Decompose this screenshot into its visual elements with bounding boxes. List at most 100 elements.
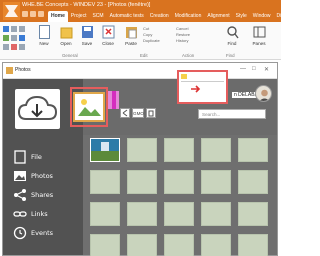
open-label: Open <box>60 41 72 46</box>
menu-display[interactable]: Display <box>274 11 296 22</box>
nav-label-photos: Photos <box>31 172 53 180</box>
paste-icon <box>125 27 137 39</box>
menu-window[interactable]: Window <box>250 11 274 22</box>
quick-access-toolbar <box>22 11 44 19</box>
mini-window-icon <box>181 74 224 93</box>
nav-label-shares: Shares <box>31 191 54 199</box>
photo-thumb[interactable] <box>90 202 120 226</box>
paste-button[interactable]: Paste <box>122 25 140 46</box>
photo-thumb[interactable] <box>90 170 120 194</box>
menu-modification[interactable]: Modification <box>172 11 205 22</box>
group-find-label: Find <box>226 53 235 58</box>
save-quick-icon[interactable] <box>22 11 28 17</box>
photos-window-icon <box>6 67 13 74</box>
open-button[interactable]: Open <box>57 25 75 46</box>
image-icon <box>14 171 26 181</box>
menu-alignment[interactable]: Alignment <box>204 11 232 22</box>
menu-automatic-tests[interactable]: Automatic tests <box>107 11 147 22</box>
avatar[interactable] <box>255 85 272 102</box>
delete-toolbar-button[interactable] <box>146 108 156 118</box>
menu-scm[interactable]: SCM <box>89 11 106 22</box>
share-toolbar-button[interactable] <box>120 108 130 118</box>
close-button[interactable]: Close <box>99 25 117 46</box>
close-window-button[interactable]: ✕ <box>264 66 269 73</box>
photo-grid <box>90 138 280 256</box>
gmo-button[interactable]: GMO <box>132 108 144 118</box>
menu-style[interactable]: Style <box>233 11 250 22</box>
group-edit-label: Edit <box>140 53 148 58</box>
panes-icon <box>253 26 265 38</box>
find-button[interactable]: Find <box>223 25 241 46</box>
photo-thumb[interactable] <box>164 234 194 256</box>
trash-icon <box>148 110 154 117</box>
panes-label: Panes <box>252 41 266 46</box>
search-input[interactable]: Search... <box>198 109 266 119</box>
photo-thumb[interactable] <box>201 234 231 256</box>
menu-tools[interactable]: Tools <box>296 11 314 22</box>
window-title: WHE.BE Concepts - WINDEV 23 - [Photos (f… <box>22 2 151 8</box>
save-label: Save <box>81 41 93 46</box>
photo-thumb[interactable] <box>201 170 231 194</box>
photo-thumb[interactable] <box>201 138 231 162</box>
nav-item-file[interactable]: File <box>13 149 83 167</box>
file-icon <box>14 150 26 164</box>
group-general-label: General <box>62 53 78 58</box>
photo-thumb[interactable] <box>127 234 157 256</box>
photo-thumb[interactable] <box>127 202 157 226</box>
group-action-label: Action <box>182 53 195 58</box>
share-small-icon <box>122 109 128 117</box>
maximize-button[interactable]: □ <box>252 66 256 72</box>
photos-window-titlebar: Photos — □ ✕ <box>3 63 277 79</box>
photo-thumb[interactable] <box>127 170 157 194</box>
photo-thumb[interactable] <box>238 234 268 256</box>
save-button[interactable]: Save <box>78 25 96 46</box>
duplicate-command[interactable]: Duplicate <box>143 38 160 44</box>
menu-creation[interactable]: Creation <box>147 11 172 22</box>
photo-thumb[interactable] <box>164 170 194 194</box>
photo-thumb[interactable] <box>238 170 268 194</box>
nav-label-events: Events <box>31 229 54 237</box>
photo-thumb[interactable] <box>90 234 120 256</box>
photo-thumb[interactable] <box>201 202 231 226</box>
clock-icon <box>13 226 27 240</box>
photo-thumb[interactable] <box>127 138 157 162</box>
photo-thumb[interactable] <box>238 202 268 226</box>
nav-label-links: Links <box>31 210 48 218</box>
save-icon <box>81 26 93 38</box>
panes-button[interactable]: Panes <box>250 25 268 46</box>
nav-item-photos[interactable]: Photos <box>13 168 83 186</box>
nav-item-shares[interactable]: Shares <box>13 187 83 205</box>
new-file-icon <box>38 25 50 39</box>
selection-highlight <box>70 87 108 127</box>
search-icon <box>226 26 239 39</box>
close-doc-icon <box>102 25 114 39</box>
nav-label-file: File <box>31 153 42 161</box>
new-button[interactable]: New <box>36 25 52 46</box>
windev-logo-icon[interactable] <box>3 2 20 20</box>
cloud-download-icon <box>17 95 58 120</box>
mini-window-preview <box>177 70 228 104</box>
link-icon <box>13 211 27 217</box>
history-command[interactable]: History <box>176 38 190 44</box>
menu-project[interactable]: Project <box>68 11 90 22</box>
main-menu: Home Project SCM Automatic tests Creatio… <box>48 11 314 22</box>
photo-thumb-selected[interactable] <box>90 138 120 162</box>
cloud-logo-tile <box>15 89 60 129</box>
photo-thumb[interactable] <box>164 202 194 226</box>
undo-quick-icon[interactable] <box>30 11 36 17</box>
nav-item-links[interactable]: Links <box>13 206 83 224</box>
close-label: Close <box>102 41 114 46</box>
new-label: New <box>39 41 49 46</box>
share-icon <box>14 189 26 201</box>
small-tools-icon[interactable] <box>2 25 32 51</box>
photos-window-title: Photos <box>15 67 31 73</box>
edit-commands: Cut Copy Duplicate <box>143 26 160 44</box>
redo-quick-icon[interactable] <box>38 11 44 17</box>
menu-home[interactable]: Home <box>48 11 68 22</box>
nav-item-events[interactable]: Events <box>13 225 83 243</box>
app-titlebar: WHE.BE Concepts - WINDEV 23 - [Photos (f… <box>0 0 311 22</box>
photo-thumb[interactable] <box>238 138 268 162</box>
photo-icon <box>91 142 119 161</box>
minimize-button[interactable]: — <box>240 66 246 72</box>
photo-thumb[interactable] <box>164 138 194 162</box>
